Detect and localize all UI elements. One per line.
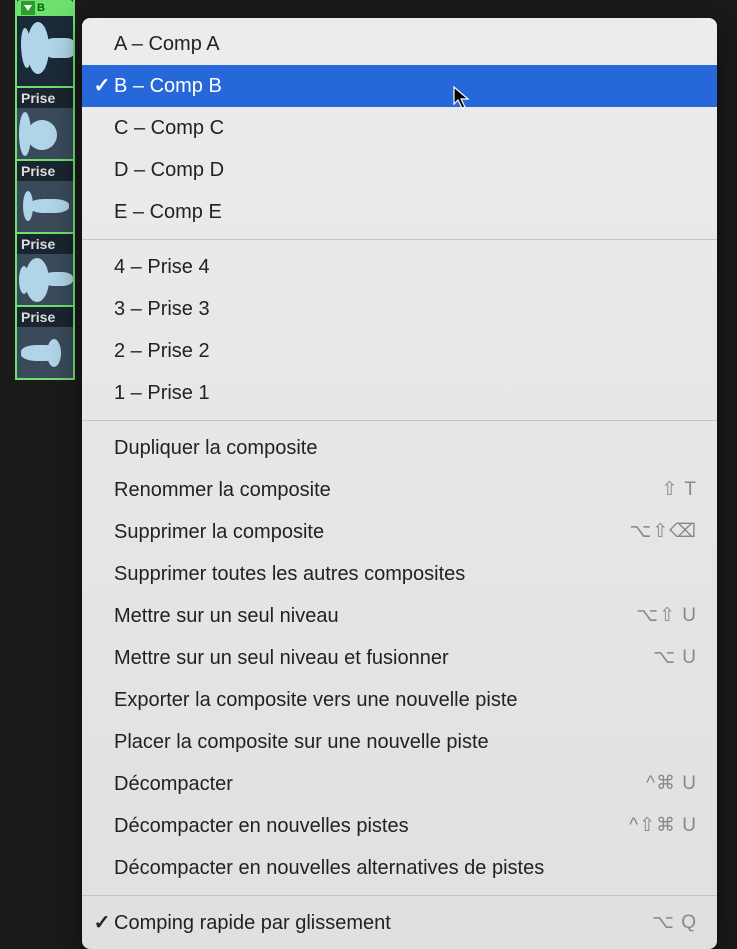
menu-item-unpack-alternatives[interactable]: Décompacter en nouvelles alternatives de… bbox=[82, 847, 717, 889]
menu-item-label: B – Comp B bbox=[114, 72, 697, 100]
take-folder-tracks: B Prise Prise Prise Prise bbox=[15, 0, 75, 380]
menu-item-label: Décompacter bbox=[114, 770, 646, 798]
menu-item-flatten-merge[interactable]: Mettre sur un seul niveau et fusionner ⌥… bbox=[82, 637, 717, 679]
waveform bbox=[17, 108, 73, 159]
menu-item-delete-other-comps[interactable]: Supprimer toutes les autres composites bbox=[82, 553, 717, 595]
menu-item-comp-c[interactable]: C – Comp C bbox=[82, 107, 717, 149]
menu-item-label: Exporter la composite vers une nouvelle … bbox=[114, 686, 697, 714]
comp-track-header[interactable]: B bbox=[17, 0, 73, 16]
waveform bbox=[17, 254, 73, 305]
take-label: Prise bbox=[17, 161, 73, 181]
menu-item-take-4[interactable]: 4 – Prise 4 bbox=[82, 246, 717, 288]
menu-shortcut: ⌥ U bbox=[653, 645, 697, 672]
waveform bbox=[17, 327, 73, 378]
menu-item-label: Supprimer toutes les autres composites bbox=[114, 560, 697, 588]
menu-item-label: C – Comp C bbox=[114, 114, 697, 142]
menu-item-comp-d[interactable]: D – Comp D bbox=[82, 149, 717, 191]
take-row[interactable]: Prise bbox=[15, 234, 75, 307]
checkmark-icon bbox=[90, 72, 114, 100]
menu-item-label: Mettre sur un seul niveau bbox=[114, 602, 636, 630]
menu-separator bbox=[82, 420, 717, 421]
menu-item-label: 4 – Prise 4 bbox=[114, 253, 697, 281]
menu-item-label: 2 – Prise 2 bbox=[114, 337, 697, 365]
waveform bbox=[17, 16, 73, 86]
comp-track-label: B bbox=[37, 2, 45, 14]
menu-item-label: Mettre sur un seul niveau et fusionner bbox=[114, 644, 653, 672]
menu-item-label: Décompacter en nouvelles pistes bbox=[114, 812, 629, 840]
menu-shortcut: ⌥ Q bbox=[652, 910, 697, 937]
menu-item-comp-e[interactable]: E – Comp E bbox=[82, 191, 717, 233]
menu-item-delete-comp[interactable]: Supprimer la composite ⌥⇧⌫ bbox=[82, 511, 717, 553]
menu-item-label: Décompacter en nouvelles alternatives de… bbox=[114, 854, 697, 882]
menu-item-label: A – Comp A bbox=[114, 30, 697, 58]
menu-item-label: D – Comp D bbox=[114, 156, 697, 184]
take-label: Prise bbox=[17, 307, 73, 327]
comp-track[interactable]: B bbox=[15, 0, 75, 88]
menu-item-comp-b[interactable]: B – Comp B bbox=[82, 65, 717, 107]
menu-item-rename-comp[interactable]: Renommer la composite ⇧ T bbox=[82, 469, 717, 511]
menu-item-label: E – Comp E bbox=[114, 198, 697, 226]
menu-item-unpack[interactable]: Décompacter ^⌘ U bbox=[82, 763, 717, 805]
menu-item-flatten[interactable]: Mettre sur un seul niveau ⌥⇧ U bbox=[82, 595, 717, 637]
menu-item-take-3[interactable]: 3 – Prise 3 bbox=[82, 288, 717, 330]
menu-item-duplicate-comp[interactable]: Dupliquer la composite bbox=[82, 427, 717, 469]
menu-item-label: Supprimer la composite bbox=[114, 518, 629, 546]
menu-shortcut: ⌥⇧⌫ bbox=[629, 519, 697, 546]
menu-shortcut: ⇧ T bbox=[662, 477, 697, 504]
menu-item-comp-a[interactable]: A – Comp A bbox=[82, 23, 717, 65]
menu-item-label: Comping rapide par glissement bbox=[114, 909, 652, 937]
menu-item-quick-swipe-comping[interactable]: Comping rapide par glissement ⌥ Q bbox=[82, 902, 717, 944]
menu-shortcut: ^⌘ U bbox=[646, 771, 697, 798]
menu-item-label: Dupliquer la composite bbox=[114, 434, 697, 462]
menu-shortcut: ⌥⇧ U bbox=[636, 603, 697, 630]
menu-item-take-2[interactable]: 2 – Prise 2 bbox=[82, 330, 717, 372]
menu-item-take-1[interactable]: 1 – Prise 1 bbox=[82, 372, 717, 414]
take-label: Prise bbox=[17, 88, 73, 108]
menu-separator bbox=[82, 239, 717, 240]
menu-item-unpack-new-tracks[interactable]: Décompacter en nouvelles pistes ^⇧⌘ U bbox=[82, 805, 717, 847]
take-row[interactable]: Prise bbox=[15, 88, 75, 161]
waveform bbox=[17, 181, 73, 232]
menu-item-export-comp[interactable]: Exporter la composite vers une nouvelle … bbox=[82, 679, 717, 721]
menu-separator bbox=[82, 895, 717, 896]
take-row[interactable]: Prise bbox=[15, 307, 75, 380]
take-folder-menu[interactable]: A – Comp A B – Comp B C – Comp C D – Com… bbox=[82, 18, 717, 949]
menu-item-label: 1 – Prise 1 bbox=[114, 379, 697, 407]
disclosure-triangle[interactable] bbox=[21, 1, 35, 15]
take-row[interactable]: Prise bbox=[15, 161, 75, 234]
menu-shortcut: ^⇧⌘ U bbox=[629, 813, 697, 840]
take-label: Prise bbox=[17, 234, 73, 254]
menu-item-move-comp[interactable]: Placer la composite sur une nouvelle pis… bbox=[82, 721, 717, 763]
menu-item-label: Placer la composite sur une nouvelle pis… bbox=[114, 728, 697, 756]
menu-item-label: Renommer la composite bbox=[114, 476, 662, 504]
menu-item-label: 3 – Prise 3 bbox=[114, 295, 697, 323]
checkmark-icon bbox=[90, 909, 114, 937]
